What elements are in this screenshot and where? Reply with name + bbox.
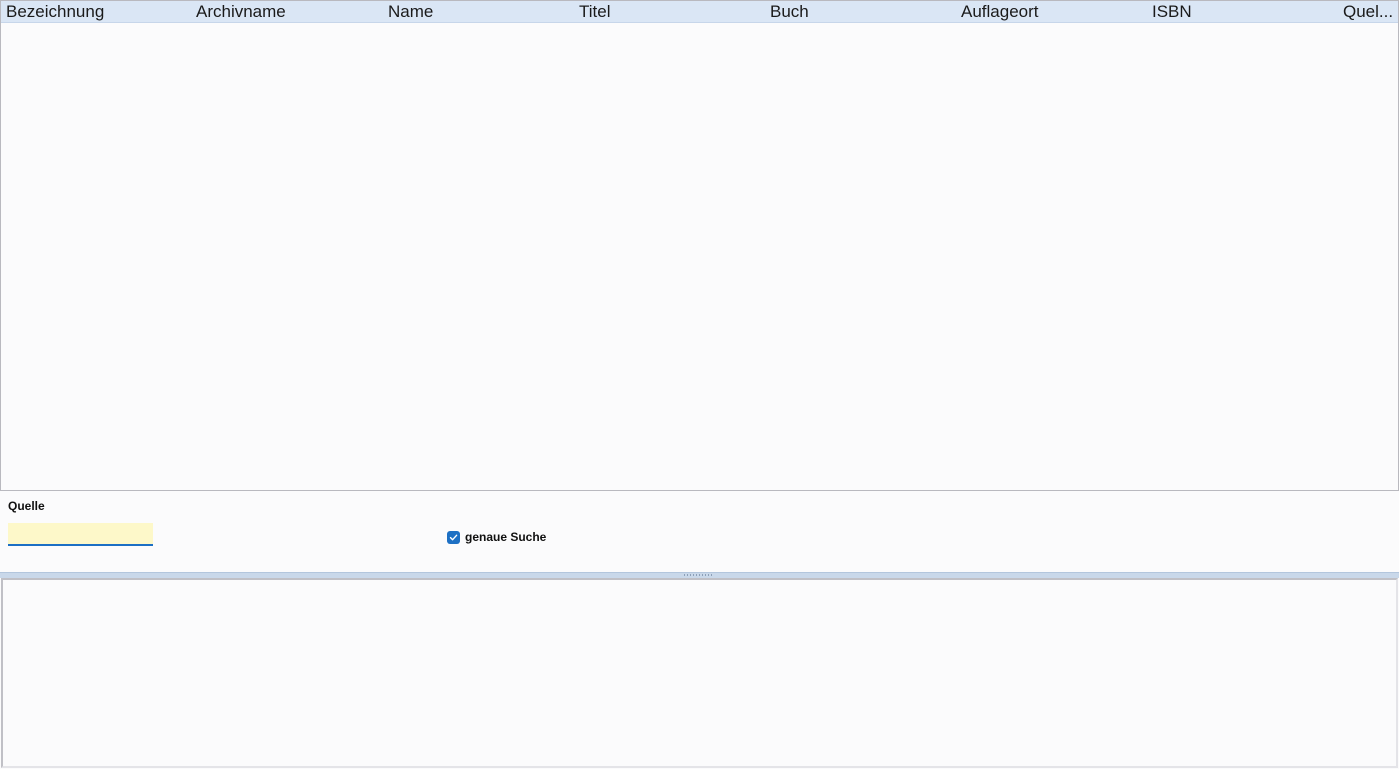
results-table: Bezeichnung Archivname Name Titel Buch A…: [0, 0, 1399, 491]
column-header-buch[interactable]: Buch: [770, 1, 809, 23]
table-body[interactable]: [1, 23, 1398, 490]
detail-panel: [1, 578, 1398, 768]
column-header-name[interactable]: Name: [388, 1, 433, 23]
checkmark-icon: [449, 534, 458, 540]
exact-search-checkbox[interactable]: [447, 530, 460, 544]
column-header-bezeichnung[interactable]: Bezeichnung: [6, 1, 104, 23]
column-header-archivname[interactable]: Archivname: [196, 1, 286, 23]
column-header-quelle[interactable]: Quel...: [1343, 1, 1396, 23]
column-header-titel[interactable]: Titel: [579, 1, 611, 23]
source-search-window: Bezeichnung Archivname Name Titel Buch A…: [0, 0, 1399, 769]
source-input[interactable]: [8, 523, 153, 546]
exact-search-label: genaue Suche: [465, 530, 547, 544]
column-header-isbn[interactable]: ISBN: [1152, 1, 1192, 23]
source-label: Quelle: [8, 499, 45, 513]
column-header-auflageort[interactable]: Auflageort: [961, 1, 1039, 23]
filter-panel: Quelle genaue Suche: [0, 491, 1399, 572]
splitter-grip-icon: [684, 574, 714, 576]
table-header: Bezeichnung Archivname Name Titel Buch A…: [1, 1, 1398, 23]
exact-search-toggle[interactable]: genaue Suche: [447, 529, 546, 545]
